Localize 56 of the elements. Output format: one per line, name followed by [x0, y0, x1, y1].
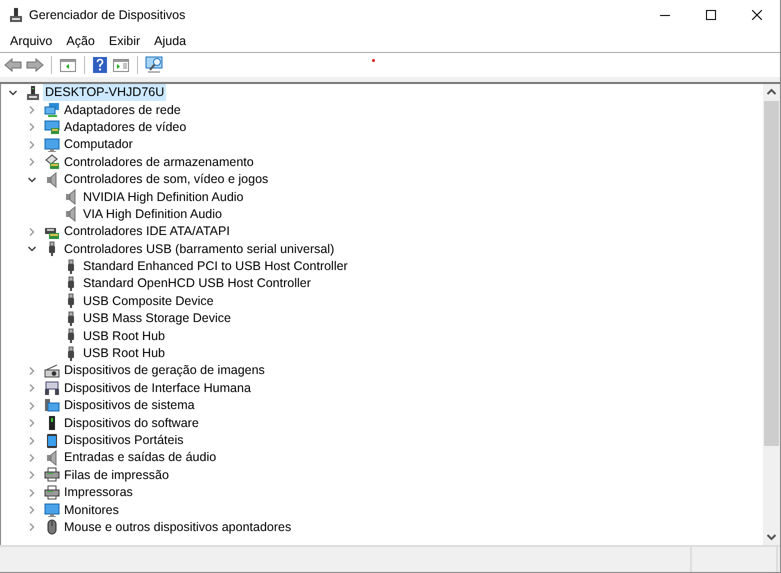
scrollbar-thumb[interactable] — [764, 101, 779, 446]
close-icon — [752, 10, 762, 20]
monitor-icon — [44, 502, 60, 518]
tree-item[interactable]: Dispositivos de geração de imagens — [62, 362, 267, 380]
tree-item[interactable]: Controladores USB (barramento serial universal) — [62, 240, 336, 258]
tree-item[interactable]: Entradas e saídas de áudio — [62, 449, 218, 466]
menu-item[interactable]: Ação — [59, 34, 102, 48]
tree-item[interactable]: Controladores de armazenamento — [62, 154, 256, 171]
printer-icon — [44, 484, 60, 501]
tree-item[interactable]: Mouse e outros dispositivos apontadores — [62, 518, 294, 536]
tree-item[interactable]: Dispositivos de sistema — [62, 397, 197, 414]
tree-item[interactable]: Adaptadores de rede — [62, 102, 183, 119]
window-title: Gerenciador de Dispositivos — [29, 8, 186, 22]
tree-item[interactable]: USB Composite Device — [81, 292, 216, 310]
tree-item[interactable]: USB Root Hub — [81, 328, 167, 345]
tree-item[interactable]: Adaptadores de vídeo — [62, 118, 188, 136]
tree-item[interactable]: Standard OpenHCD USB Host Controller — [81, 275, 313, 292]
monitor-search-icon[interactable] — [145, 56, 165, 74]
tree-item[interactable]: Controladores IDE ATA/ATAPI — [62, 223, 232, 240]
tree-item[interactable]: Dispositivos do software — [62, 414, 201, 432]
action-pane-icon[interactable] — [112, 57, 130, 73]
tree-item[interactable]: DESKTOP-VHJD76U — [43, 84, 166, 102]
system-icon — [44, 398, 60, 414]
app-icon — [8, 7, 24, 23]
menu-item[interactable]: Ajuda — [147, 34, 194, 48]
tree-item[interactable]: Controladores de som, vídeo e jogos — [62, 171, 270, 188]
menu-item[interactable]: Arquivo — [3, 34, 60, 48]
indicator-dot — [372, 59, 375, 62]
tree-item[interactable]: USB Root Hub — [81, 345, 167, 362]
tree-item[interactable]: Standard Enhanced PCI to USB Host Controller — [81, 258, 350, 276]
chevron-icon[interactable] — [27, 174, 37, 185]
keyboard-icon — [44, 380, 60, 396]
tablet-icon — [44, 432, 60, 448]
help-icon[interactable] — [92, 56, 108, 74]
tree-item[interactable]: Monitores — [62, 502, 121, 519]
maximize-icon — [706, 10, 716, 20]
storage-icon — [44, 154, 60, 170]
monitor-icon — [44, 136, 60, 153]
tree-item[interactable]: Filas de impressão — [62, 466, 171, 484]
forward-arrow-icon[interactable] — [26, 57, 44, 73]
tree-item[interactable]: Impressoras — [62, 484, 135, 502]
camera-icon — [44, 362, 60, 379]
printer-icon — [44, 467, 60, 484]
tree-item[interactable]: Dispositivos Portáteis — [62, 432, 186, 449]
menu-item[interactable]: Exibir — [102, 34, 148, 48]
tree-item[interactable]: VIA High Definition Audio — [81, 206, 224, 223]
back-arrow-icon[interactable] — [4, 57, 22, 73]
chevron-icon[interactable] — [8, 88, 18, 98]
tree-item[interactable]: Computador — [62, 136, 135, 154]
monitor-card-icon — [44, 119, 60, 136]
console-tree-icon[interactable] — [59, 57, 77, 73]
tree-item[interactable]: NVIDIA High Definition Audio — [81, 188, 246, 206]
tree-item[interactable]: Dispositivos de Interface Humana — [62, 380, 253, 397]
computer-icon — [25, 84, 41, 101]
tree-item[interactable]: USB Mass Storage Device — [81, 310, 233, 328]
network-icon — [44, 102, 60, 118]
